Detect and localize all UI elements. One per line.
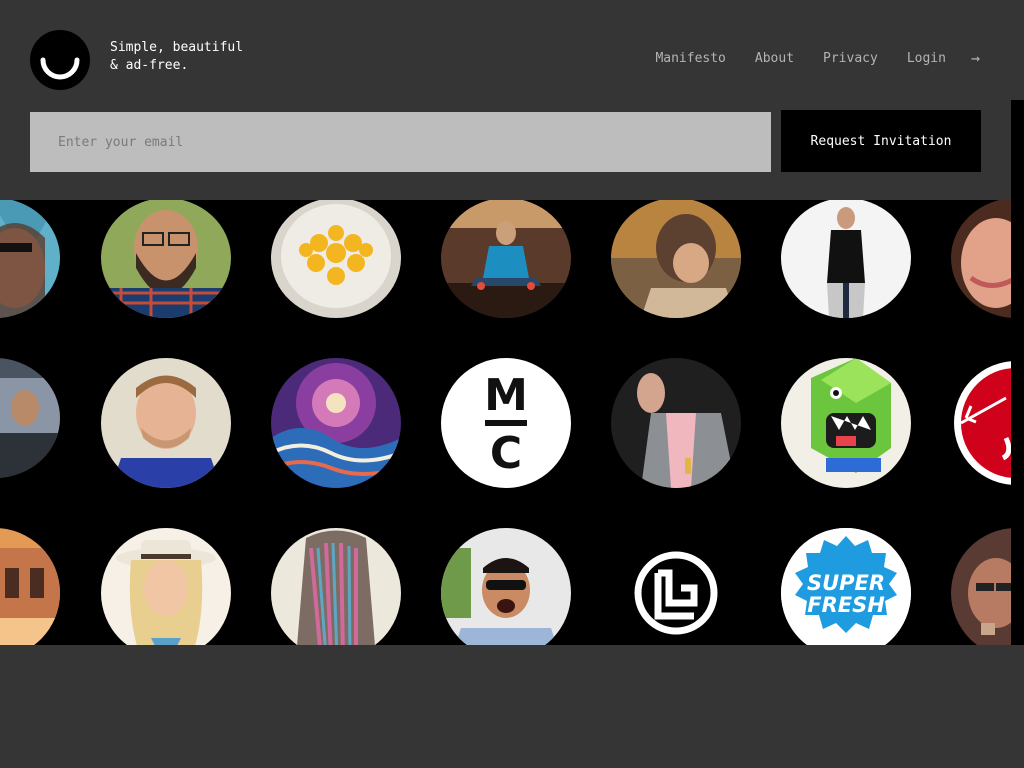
avatar-b-square-logo[interactable] [611, 528, 741, 645]
mc-logo-c: C [490, 428, 522, 479]
arrow-right-icon[interactable]: → [971, 49, 980, 67]
superfresh-line-2: FRESH [807, 593, 885, 617]
nav-login-link[interactable]: Login [907, 51, 946, 66]
avatar-pasta-plate[interactable] [271, 200, 401, 318]
request-invitation-button[interactable]: Request Invitation [781, 110, 981, 172]
avatar-man-brick-wall[interactable] [951, 528, 1011, 645]
avatar-red-arrow-logo[interactable] [951, 358, 1011, 488]
nav-about-link[interactable]: About [755, 51, 794, 66]
tagline: Simple, beautiful & ad-free. [110, 39, 243, 75]
scrollbar-track [1011, 0, 1024, 100]
avatar-person-sitting[interactable] [441, 200, 571, 318]
avatar-mc-logo[interactable]: M C [441, 358, 571, 488]
scrollbar-thumb[interactable] [1011, 100, 1024, 645]
tagline-line-2: & ad-free. [110, 58, 189, 73]
superfresh-line-1: SUPER [807, 571, 885, 595]
avatar-bearded-man-glasses[interactable] [101, 200, 231, 318]
avatar-man-black-sweater[interactable] [781, 200, 911, 318]
avatar-woman-smiling[interactable] [951, 200, 1011, 318]
avatar-church-building[interactable] [0, 528, 60, 645]
avatar-woman-white-hat[interactable] [101, 528, 231, 645]
email-input[interactable] [30, 112, 771, 172]
avatar-man-long-hair[interactable] [611, 200, 741, 318]
ello-smiley-logo[interactable] [30, 30, 90, 90]
mc-logo-m: M [484, 370, 528, 421]
avatar-woman-sunglasses[interactable] [0, 200, 60, 318]
avatar-man-car-sunglasses[interactable] [441, 528, 571, 645]
avatar-man-blue-shirt[interactable] [101, 358, 231, 488]
avatar-braided-hair[interactable] [271, 528, 401, 645]
nav-manifesto-link[interactable]: Manifesto [655, 51, 725, 66]
top-nav: Manifesto About Privacy Login → [626, 49, 980, 67]
avatar-grid: M C SUPER FRESH [0, 200, 1011, 645]
smile-icon [40, 57, 80, 80]
page: Simple, beautiful & ad-free. Manifesto A… [0, 0, 1024, 768]
avatar-crowd-man[interactable] [0, 358, 60, 478]
tagline-line-1: Simple, beautiful [110, 40, 244, 55]
avatar-psychedelic-wave-art[interactable] [271, 358, 401, 488]
nav-privacy-link[interactable]: Privacy [823, 51, 878, 66]
avatar-superfresh-badge[interactable]: SUPER FRESH [781, 528, 911, 645]
avatar-green-monster-art[interactable] [781, 358, 911, 488]
avatar-man-suit-dark[interactable] [611, 358, 741, 488]
